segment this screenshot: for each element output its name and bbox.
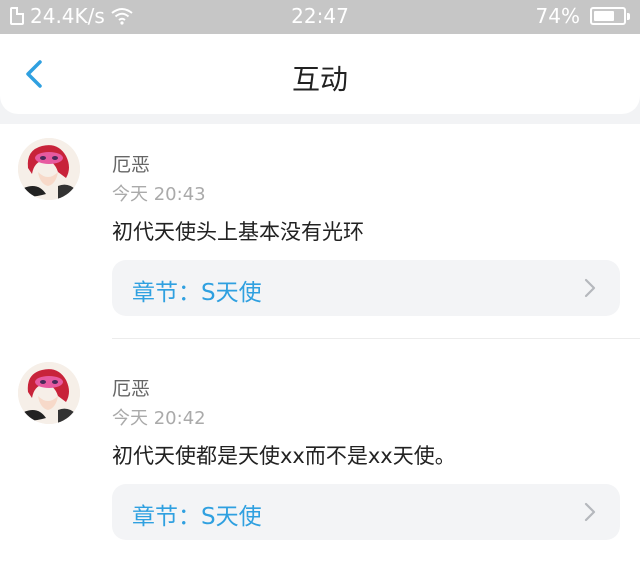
nav-bar: 互动 bbox=[0, 34, 640, 114]
avatar-image bbox=[18, 362, 80, 424]
avatar[interactable] bbox=[18, 138, 80, 200]
battery-fill bbox=[594, 11, 614, 21]
comment-time: 今天 20:42 bbox=[112, 408, 206, 429]
comment-author[interactable]: 厄恶 bbox=[112, 150, 150, 177]
divider bbox=[112, 338, 640, 339]
avatar[interactable] bbox=[18, 362, 80, 424]
comment-author[interactable]: 厄恶 bbox=[112, 374, 150, 401]
chapter-label: 章节：S天使 bbox=[132, 504, 262, 530]
battery-icon bbox=[590, 7, 630, 25]
status-bar: 24.4K/s 22:47 74% bbox=[0, 0, 640, 34]
chapter-link[interactable]: 章节：S天使 bbox=[112, 484, 620, 540]
comment-text: 初代天使都是天使xx而不是xx天使。 bbox=[112, 444, 456, 468]
chevron-right-icon bbox=[584, 278, 596, 298]
comment-feed: 厄恶 今天 20:43 初代天使头上基本没有光环 章节：S天使 厄恶 今天 20… bbox=[0, 124, 640, 561]
chapter-link[interactable]: 章节：S天使 bbox=[112, 260, 620, 316]
page-title: 互动 bbox=[291, 63, 348, 96]
comment-time: 今天 20:43 bbox=[112, 184, 206, 205]
chapter-label: 章节：S天使 bbox=[132, 280, 262, 306]
status-right: 74% bbox=[535, 4, 630, 28]
chevron-right-icon bbox=[584, 502, 596, 522]
battery-percent: 74% bbox=[535, 4, 580, 28]
comment-text: 初代天使头上基本没有光环 bbox=[112, 220, 364, 244]
avatar-image bbox=[18, 138, 80, 200]
